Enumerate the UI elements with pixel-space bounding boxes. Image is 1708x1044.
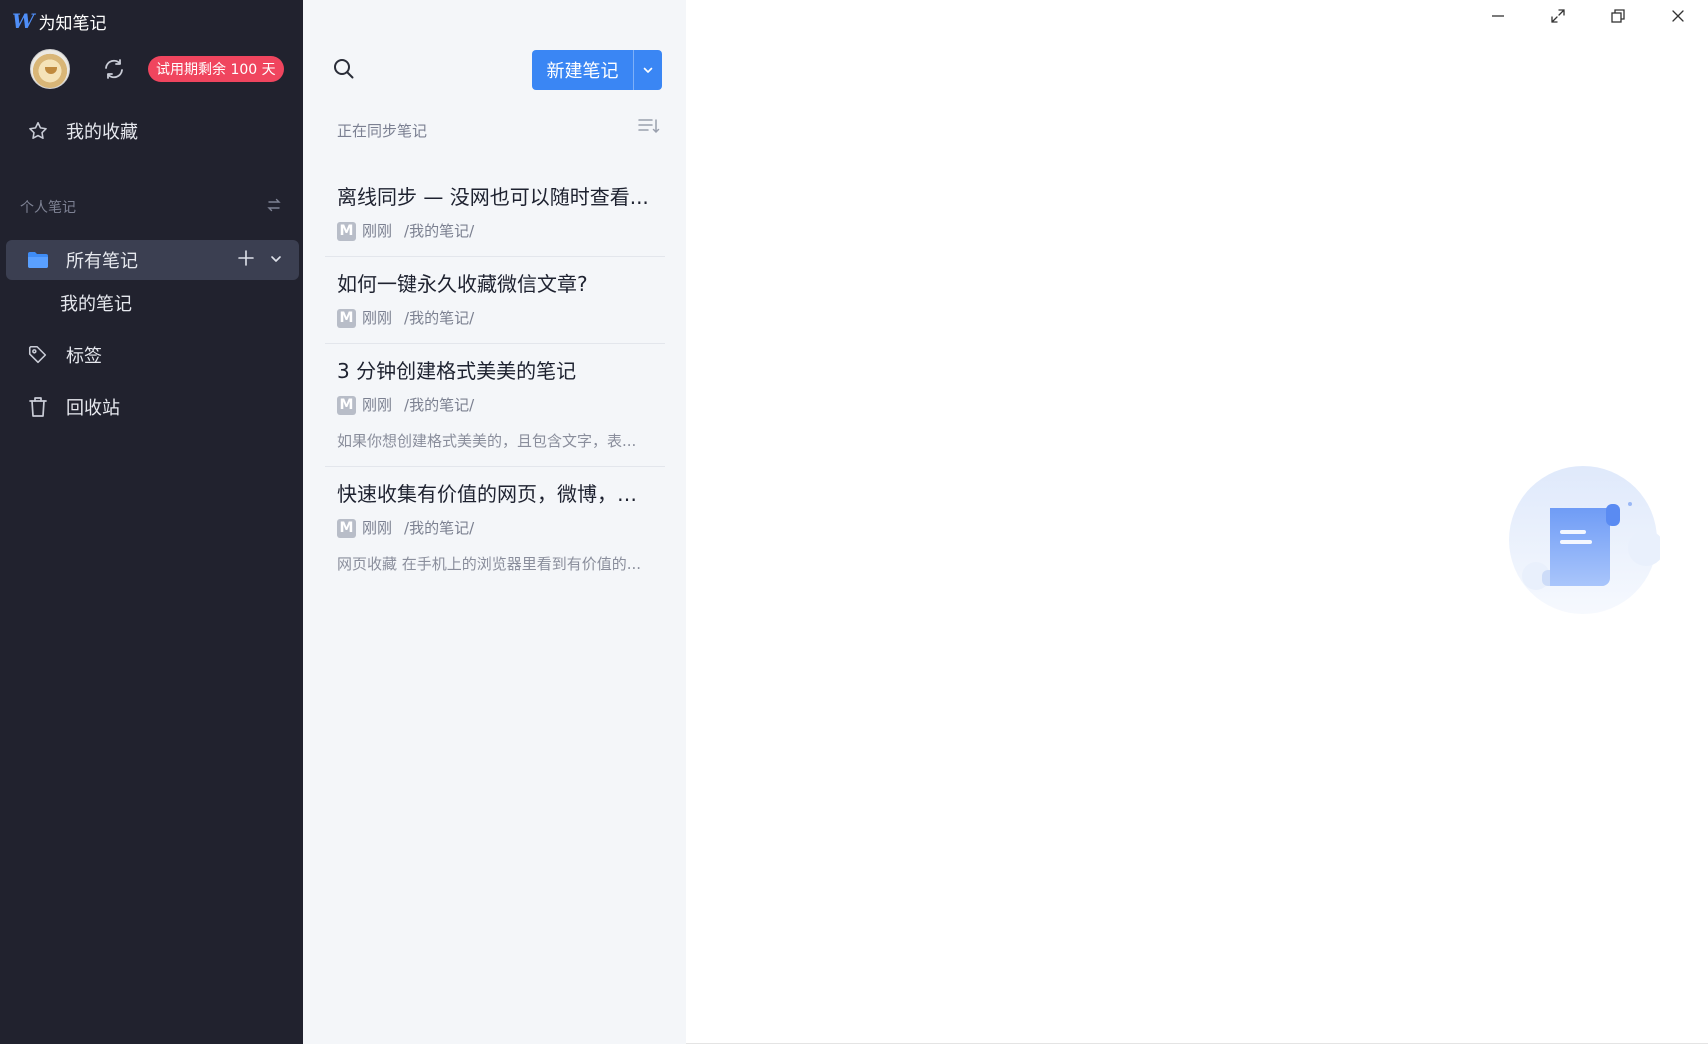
note-item[interactable]: 离线同步 — 没网也可以随时查看... M 刚刚 /我的笔记/ <box>325 170 665 257</box>
sidebar-item-label: 我的收藏 <box>66 122 138 143</box>
app-window: W 为知笔记 试用期剩余 100 天 我的收藏 个人笔记 所有笔记 我的笔记 标… <box>0 0 1708 1044</box>
app-logo-icon: W <box>12 9 35 33</box>
app-title: 为知笔记 <box>38 13 107 34</box>
note-time: 刚刚 <box>362 519 393 537</box>
note-title: 3 分钟创建格式美美的笔记 <box>337 359 577 383</box>
note-list-panel: 新建笔记 正在同步笔记 离线同步 — 没网也可以随时查看... M 刚刚 /我的… <box>303 0 686 1044</box>
editor-area <box>686 0 1708 1044</box>
note-time: 刚刚 <box>362 222 393 240</box>
note-title: 离线同步 — 没网也可以随时查看... <box>337 185 649 209</box>
window-controls <box>1468 0 1708 32</box>
restore-button[interactable] <box>1588 0 1648 32</box>
sidebar-item-favorites[interactable]: 我的收藏 <box>6 111 299 151</box>
trash-icon <box>26 395 50 419</box>
note-item[interactable]: 快速收集有价值的网页，微博，邮... M 刚刚 /我的笔记/ 网页收藏 在手机上… <box>325 467 665 589</box>
note-path: /我的笔记/ <box>404 222 475 240</box>
close-button[interactable] <box>1648 0 1708 32</box>
note-list: 离线同步 — 没网也可以随时查看... M 刚刚 /我的笔记/ 如何一键永久收藏… <box>325 170 665 589</box>
avatar[interactable] <box>30 49 70 89</box>
trial-badge[interactable]: 试用期剩余 100 天 <box>148 56 284 82</box>
note-time: 刚刚 <box>362 396 393 414</box>
sidebar-item-all-notes[interactable]: 所有笔记 <box>6 240 299 280</box>
section-title: 个人笔记 <box>20 200 76 216</box>
note-path: /我的笔记/ <box>404 396 475 414</box>
chevron-down-icon[interactable] <box>269 250 283 271</box>
note-item[interactable]: 如何一键永久收藏微信文章? M 刚刚 /我的笔记/ <box>325 257 665 344</box>
new-note-button-group: 新建笔记 <box>532 50 662 90</box>
note-path: /我的笔记/ <box>404 519 475 537</box>
markdown-icon: M <box>337 221 356 241</box>
sidebar-item-label: 标签 <box>66 346 102 367</box>
fullscreen-button[interactable] <box>1528 0 1588 32</box>
plus-icon[interactable] <box>237 249 255 272</box>
note-snippet: 如果你想创建格式美美的，且包含文字，表... <box>337 432 637 450</box>
markdown-icon: M <box>337 395 356 415</box>
new-note-dropdown[interactable] <box>634 50 662 90</box>
sync-icon <box>105 59 123 79</box>
note-snippet: 网页收藏 在手机上的浏览器里看到有价值的... <box>337 555 642 573</box>
sync-button[interactable] <box>100 55 128 83</box>
minimize-button[interactable] <box>1468 0 1528 32</box>
profile-row: 试用期剩余 100 天 <box>30 48 284 90</box>
search-icon <box>334 59 354 79</box>
sidebar: W 为知笔记 试用期剩余 100 天 我的收藏 个人笔记 所有笔记 我的笔记 标… <box>0 0 303 1044</box>
note-meta: M 刚刚 /我的笔记/ <box>337 220 653 242</box>
note-path: /我的笔记/ <box>404 309 475 327</box>
new-note-button[interactable]: 新建笔记 <box>532 50 634 90</box>
note-meta: M 刚刚 /我的笔记/ <box>337 394 653 416</box>
note-title: 快速收集有价值的网页，微博，邮... <box>337 482 653 506</box>
minimize-icon <box>1492 15 1504 17</box>
chevron-down-icon <box>643 67 653 73</box>
sidebar-item-my-notes[interactable]: 我的笔记 <box>60 288 132 318</box>
search-button[interactable] <box>331 56 357 82</box>
note-meta: M 刚刚 /我的笔记/ <box>337 517 653 539</box>
fullscreen-icon <box>1551 9 1565 23</box>
close-icon <box>1672 10 1684 22</box>
sidebar-item-tags[interactable]: 标签 <box>6 335 299 375</box>
sidebar-item-trash[interactable]: 回收站 <box>6 387 299 427</box>
sync-status: 正在同步笔记 <box>337 122 428 140</box>
swap-icon[interactable] <box>266 197 282 217</box>
section-header-personal: 个人笔记 <box>20 196 282 218</box>
note-title: 如何一键永久收藏微信文章? <box>337 272 588 296</box>
note-meta: M 刚刚 /我的笔记/ <box>337 307 653 329</box>
markdown-icon: M <box>337 518 356 538</box>
app-title-bar: W 为知笔记 <box>12 8 106 34</box>
folder-actions <box>237 240 283 280</box>
sidebar-item-label: 回收站 <box>66 398 120 419</box>
markdown-icon: M <box>337 308 356 328</box>
sidebar-item-label: 所有笔记 <box>66 251 138 272</box>
empty-note-illustration <box>1509 466 1660 614</box>
note-item[interactable]: 3 分钟创建格式美美的笔记 M 刚刚 /我的笔记/ 如果你想创建格式美美的，且包… <box>325 344 665 467</box>
tag-icon <box>26 343 50 367</box>
restore-icon <box>1611 9 1625 23</box>
sort-button[interactable] <box>637 116 661 136</box>
note-time: 刚刚 <box>362 309 393 327</box>
star-icon <box>26 119 50 143</box>
folder-icon <box>26 248 50 272</box>
sort-icon <box>638 119 660 134</box>
